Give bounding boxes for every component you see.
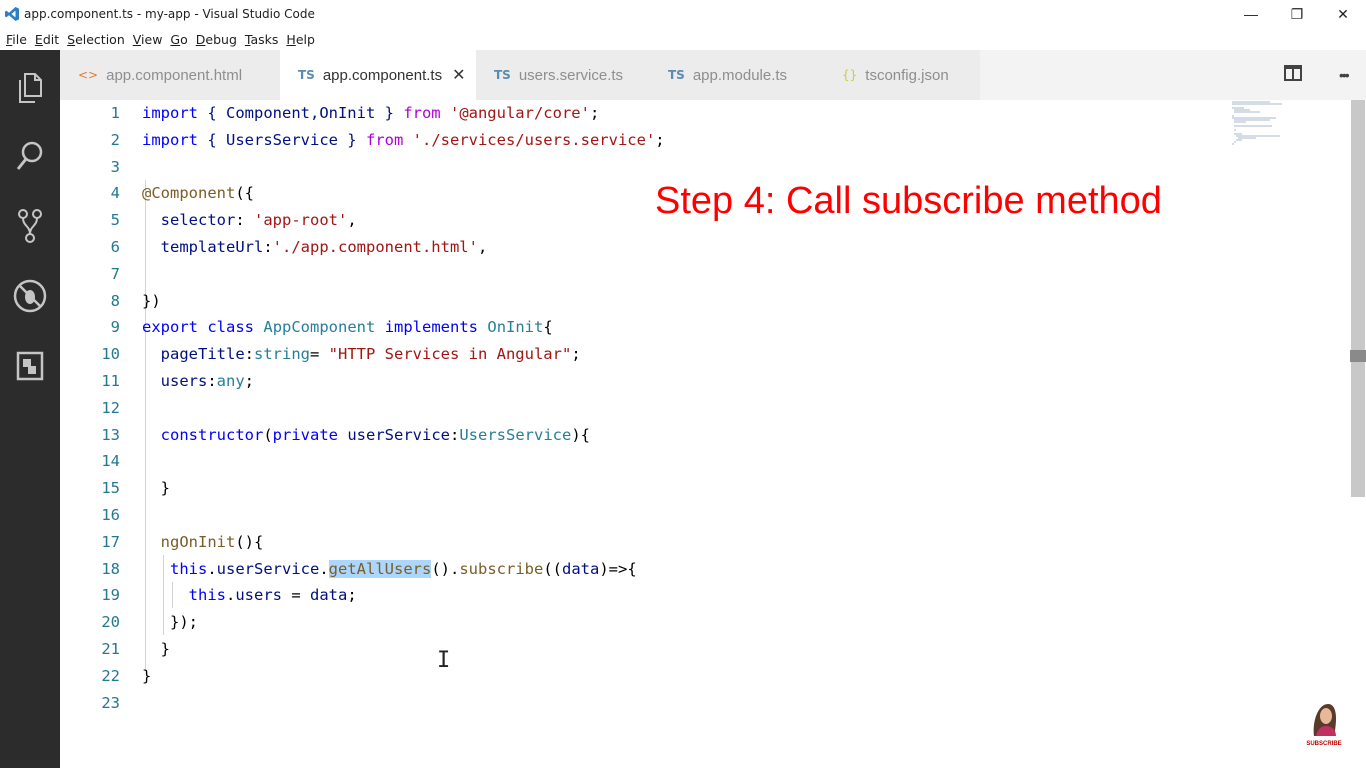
line-number: 8 bbox=[110, 291, 120, 310]
tab-label: app.component.ts bbox=[322, 66, 443, 84]
split-editor-icon bbox=[1284, 64, 1303, 81]
code-line-15: } bbox=[142, 479, 170, 498]
step-annotation: Step 4: Call subscribe method bbox=[655, 180, 1162, 222]
line-number: 16 bbox=[101, 506, 120, 524]
split-editor-button[interactable] bbox=[1284, 64, 1303, 86]
debug-button[interactable] bbox=[0, 266, 60, 326]
subscribe-badge[interactable]: SUBSCRIBE bbox=[1304, 700, 1344, 747]
source-control-button[interactable] bbox=[0, 196, 60, 256]
code-line-1: import { Component,OnInit } from '@angul… bbox=[142, 104, 600, 122]
line-number: 3 bbox=[110, 157, 120, 176]
minimize-icon: — bbox=[1244, 6, 1258, 22]
menu-debug[interactable]: Debug bbox=[192, 32, 241, 47]
menu-tasks[interactable]: Tasks bbox=[241, 32, 283, 47]
title-bar: app.component.ts - my-app - Visual Studi… bbox=[0, 0, 1366, 28]
code-line-10: pageTitle:string= "HTTP Services in Angu… bbox=[142, 345, 581, 364]
menu-file[interactable]: File bbox=[2, 32, 31, 47]
code-line-13: constructor(private userService:UsersSer… bbox=[142, 425, 590, 444]
line-number: 20 bbox=[101, 613, 120, 632]
window-title: app.component.ts - my-app - Visual Studi… bbox=[24, 7, 315, 21]
line-number: 1 bbox=[110, 104, 120, 122]
activity-bar bbox=[0, 50, 60, 768]
menu-selection[interactable]: Selection bbox=[63, 32, 129, 47]
code-line-20: }); bbox=[142, 613, 198, 632]
scrollbar-thumb[interactable] bbox=[1351, 100, 1365, 497]
line-number: 18 bbox=[101, 559, 120, 578]
code-line-5: selector: 'app-root', bbox=[142, 211, 357, 230]
line-number: 10 bbox=[101, 345, 120, 364]
scrollbar-cursor-marker bbox=[1350, 350, 1366, 362]
line-number: 11 bbox=[101, 372, 120, 390]
html-file-icon: <> bbox=[78, 68, 99, 82]
code-line-17: ngOnInit(){ bbox=[142, 532, 264, 551]
code-line-22: } bbox=[142, 666, 152, 685]
more-actions-button[interactable]: ••• bbox=[1339, 67, 1350, 83]
menu-bar: File Edit Selection View Go Debug Tasks … bbox=[0, 28, 1366, 50]
extensions-button[interactable] bbox=[0, 336, 60, 396]
code-line-19: this.users = data; bbox=[188, 586, 357, 605]
code-line-18: this.userService.getAllUsers().subscribe… bbox=[170, 559, 637, 578]
close-window-button[interactable]: ✕ bbox=[1320, 0, 1366, 28]
restore-icon: ❐ bbox=[1290, 5, 1304, 22]
tab-app-component-html[interactable]: <> app.component.html bbox=[60, 50, 280, 100]
menu-view[interactable]: View bbox=[129, 32, 167, 47]
search-button[interactable] bbox=[0, 126, 60, 186]
tab-label: app.module.ts bbox=[692, 66, 788, 84]
line-number: 15 bbox=[101, 479, 120, 498]
minimize-button[interactable]: — bbox=[1228, 0, 1274, 28]
tab-app-component-ts[interactable]: TS app.component.ts ✕ bbox=[280, 50, 476, 100]
debug-icon bbox=[13, 279, 47, 313]
code-line-6: templateUrl:'./app.component.html', bbox=[142, 238, 488, 256]
extensions-icon bbox=[16, 351, 44, 381]
tab-app-module-ts[interactable]: TS app.module.ts bbox=[650, 50, 824, 100]
line-number: 4 bbox=[110, 184, 120, 203]
avatar-icon bbox=[1313, 704, 1336, 736]
code-line-8: }) bbox=[142, 291, 161, 310]
selected-text: getAllUsers bbox=[328, 559, 432, 578]
explorer-button[interactable] bbox=[0, 58, 60, 118]
line-number: 2 bbox=[110, 130, 120, 149]
line-number: 12 bbox=[101, 398, 120, 417]
menu-go[interactable]: Go bbox=[166, 32, 191, 47]
menu-edit[interactable]: Edit bbox=[31, 32, 63, 47]
text-cursor-icon: I bbox=[437, 648, 451, 673]
vertical-scrollbar[interactable] bbox=[1350, 100, 1366, 768]
line-number: 22 bbox=[101, 666, 120, 685]
typescript-file-icon: TS bbox=[298, 68, 315, 82]
menu-help[interactable]: Help bbox=[282, 32, 319, 47]
tab-tsconfig-json[interactable]: {} tsconfig.json bbox=[824, 50, 980, 100]
line-number: 23 bbox=[101, 693, 120, 712]
source-control-icon bbox=[18, 209, 42, 243]
restore-button[interactable]: ❐ bbox=[1274, 0, 1320, 28]
line-number: 6 bbox=[110, 238, 120, 256]
close-icon: ✕ bbox=[1337, 5, 1349, 22]
tab-label: users.service.ts bbox=[518, 66, 624, 84]
line-number: 7 bbox=[110, 264, 120, 283]
line-number: 14 bbox=[101, 452, 120, 471]
json-file-icon: {} bbox=[842, 68, 858, 82]
subscribe-label: SUBSCRIBE bbox=[1306, 741, 1342, 747]
code-line-21: } bbox=[142, 640, 170, 658]
line-number: 13 bbox=[101, 425, 120, 444]
search-icon bbox=[16, 141, 43, 170]
line-number: 21 bbox=[101, 640, 120, 658]
tab-label: tsconfig.json bbox=[865, 66, 949, 84]
close-tab-icon[interactable]: ✕ bbox=[452, 65, 465, 85]
line-number: 17 bbox=[101, 532, 120, 551]
line-number: 19 bbox=[101, 586, 120, 605]
vscode-logo-icon bbox=[5, 7, 19, 21]
line-number: 9 bbox=[110, 318, 120, 337]
minimap[interactable] bbox=[1230, 100, 1290, 150]
code-line-4: @Component({ bbox=[142, 184, 254, 203]
tab-users-service-ts[interactable]: TS users.service.ts bbox=[476, 50, 650, 100]
code-line-11: users:any; bbox=[142, 372, 255, 390]
tab-label: app.component.html bbox=[106, 66, 243, 84]
files-icon bbox=[19, 73, 42, 103]
tab-bar: <> app.component.html TS app.component.t… bbox=[60, 50, 1366, 100]
typescript-file-icon: TS bbox=[668, 68, 685, 82]
line-number: 5 bbox=[110, 211, 120, 230]
code-line-2: import { UsersService } from './services… bbox=[142, 130, 665, 149]
typescript-file-icon: TS bbox=[494, 68, 511, 82]
code-line-9: export class AppComponent implements OnI… bbox=[142, 318, 553, 337]
